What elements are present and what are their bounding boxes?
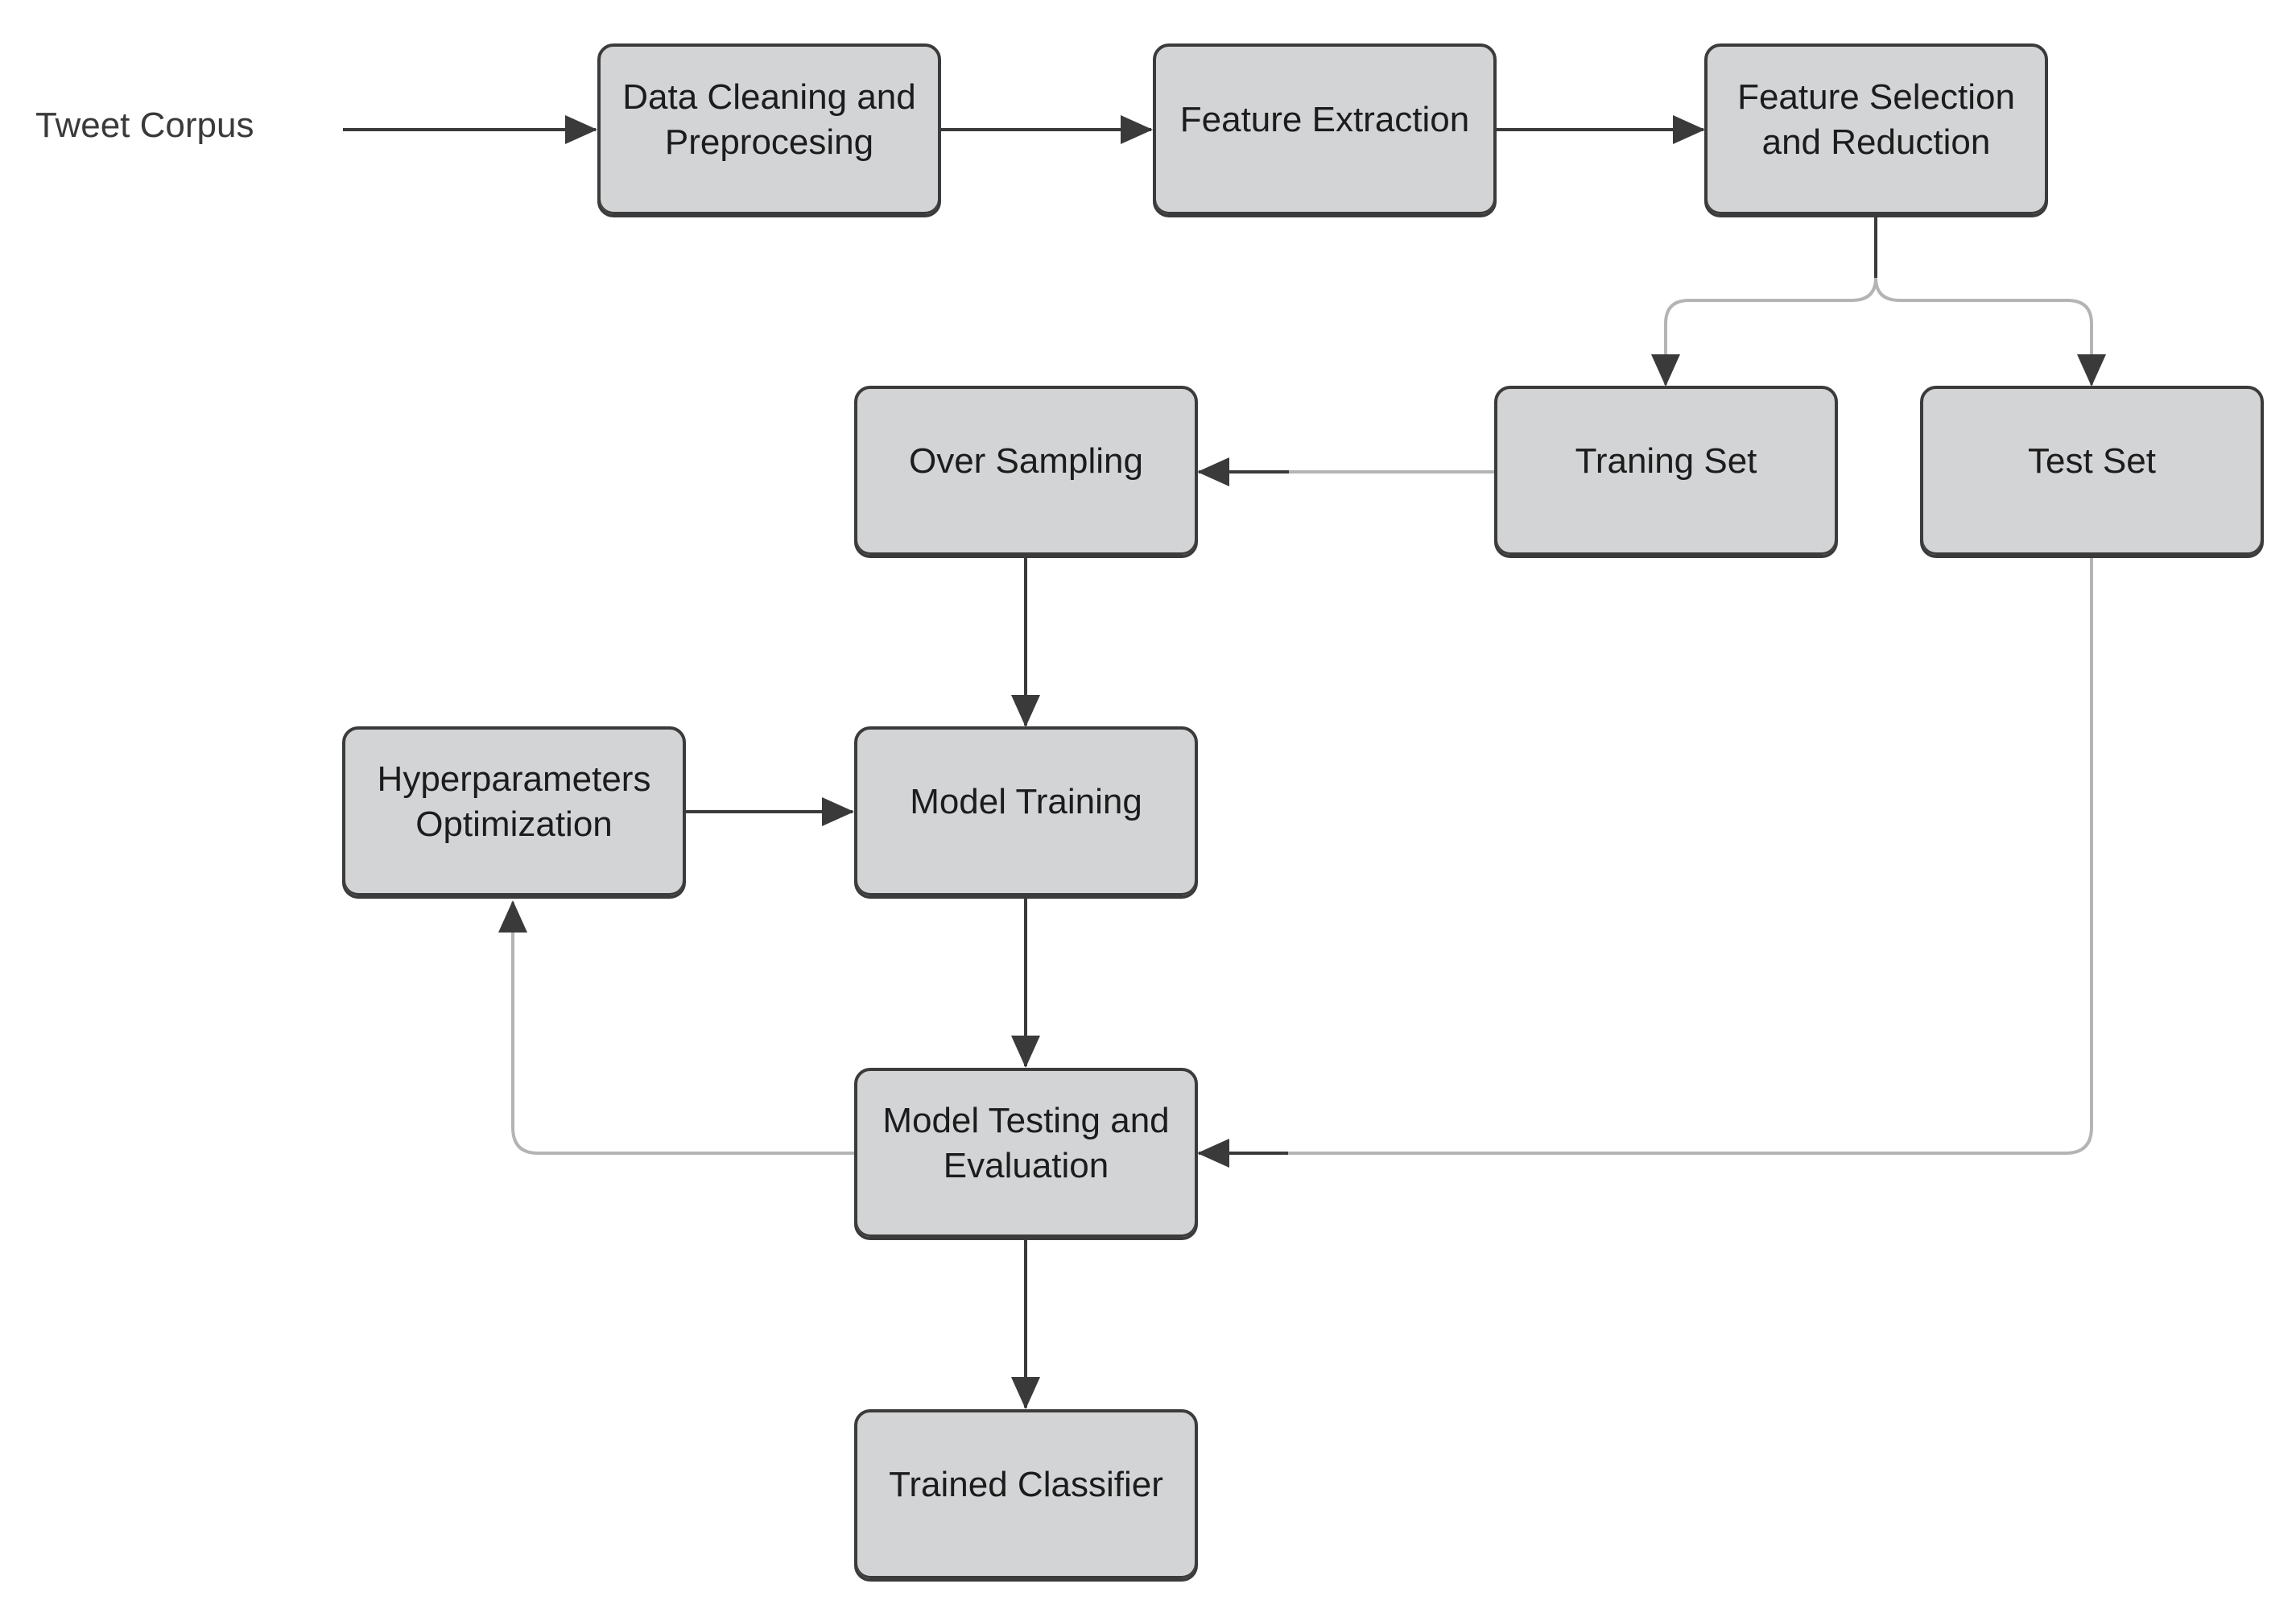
node-trained-classifier-label: Trained Classifier bbox=[889, 1465, 1163, 1504]
node-feature-selection[interactable]: Feature Selection and Reduction bbox=[1704, 43, 2048, 217]
edge-selection-to-test-set bbox=[1874, 277, 2106, 387]
node-test-set-label: Test Set bbox=[2028, 441, 2156, 481]
edge-selection-to-training-set bbox=[1651, 277, 1877, 387]
node-feature-extraction-label: Feature Extraction bbox=[1179, 100, 1470, 139]
node-hyperparameters-label: Hyperparameters Optimization bbox=[377, 759, 651, 844]
node-feature-extraction[interactable]: Feature Extraction bbox=[1153, 43, 1497, 217]
tweet-corpus-label: Tweet Corpus bbox=[35, 105, 254, 145]
node-training-set[interactable]: Traning Set bbox=[1494, 386, 1838, 558]
edge-testing-to-hyperparameters bbox=[498, 900, 854, 1155]
node-trained-classifier[interactable]: Trained Classifier bbox=[854, 1409, 1198, 1582]
node-data-cleaning[interactable]: Data Cleaning and Preprocesing bbox=[597, 43, 941, 217]
node-data-cleaning-label: Data Cleaning and Preprocesing bbox=[622, 77, 916, 162]
node-model-testing-label: Model Testing and Evaluation bbox=[882, 1101, 1170, 1185]
node-model-testing[interactable]: Model Testing and Evaluation bbox=[854, 1068, 1198, 1240]
flowchart-canvas: Tweet Corpus Data Cleaning and Preproces… bbox=[0, 0, 2296, 1617]
node-training-set-label: Traning Set bbox=[1575, 441, 1757, 481]
edge-test-set-to-testing bbox=[1288, 557, 2093, 1155]
node-over-sampling[interactable]: Over Sampling bbox=[854, 386, 1198, 558]
node-test-set[interactable]: Test Set bbox=[1920, 386, 2264, 558]
node-hyperparameters[interactable]: Hyperparameters Optimization bbox=[342, 726, 686, 899]
node-feature-selection-label: Feature Selection and Reduction bbox=[1737, 77, 2015, 162]
node-model-training[interactable]: Model Training bbox=[854, 726, 1198, 899]
node-over-sampling-label: Over Sampling bbox=[908, 441, 1143, 481]
node-model-training-label: Model Training bbox=[910, 782, 1142, 821]
